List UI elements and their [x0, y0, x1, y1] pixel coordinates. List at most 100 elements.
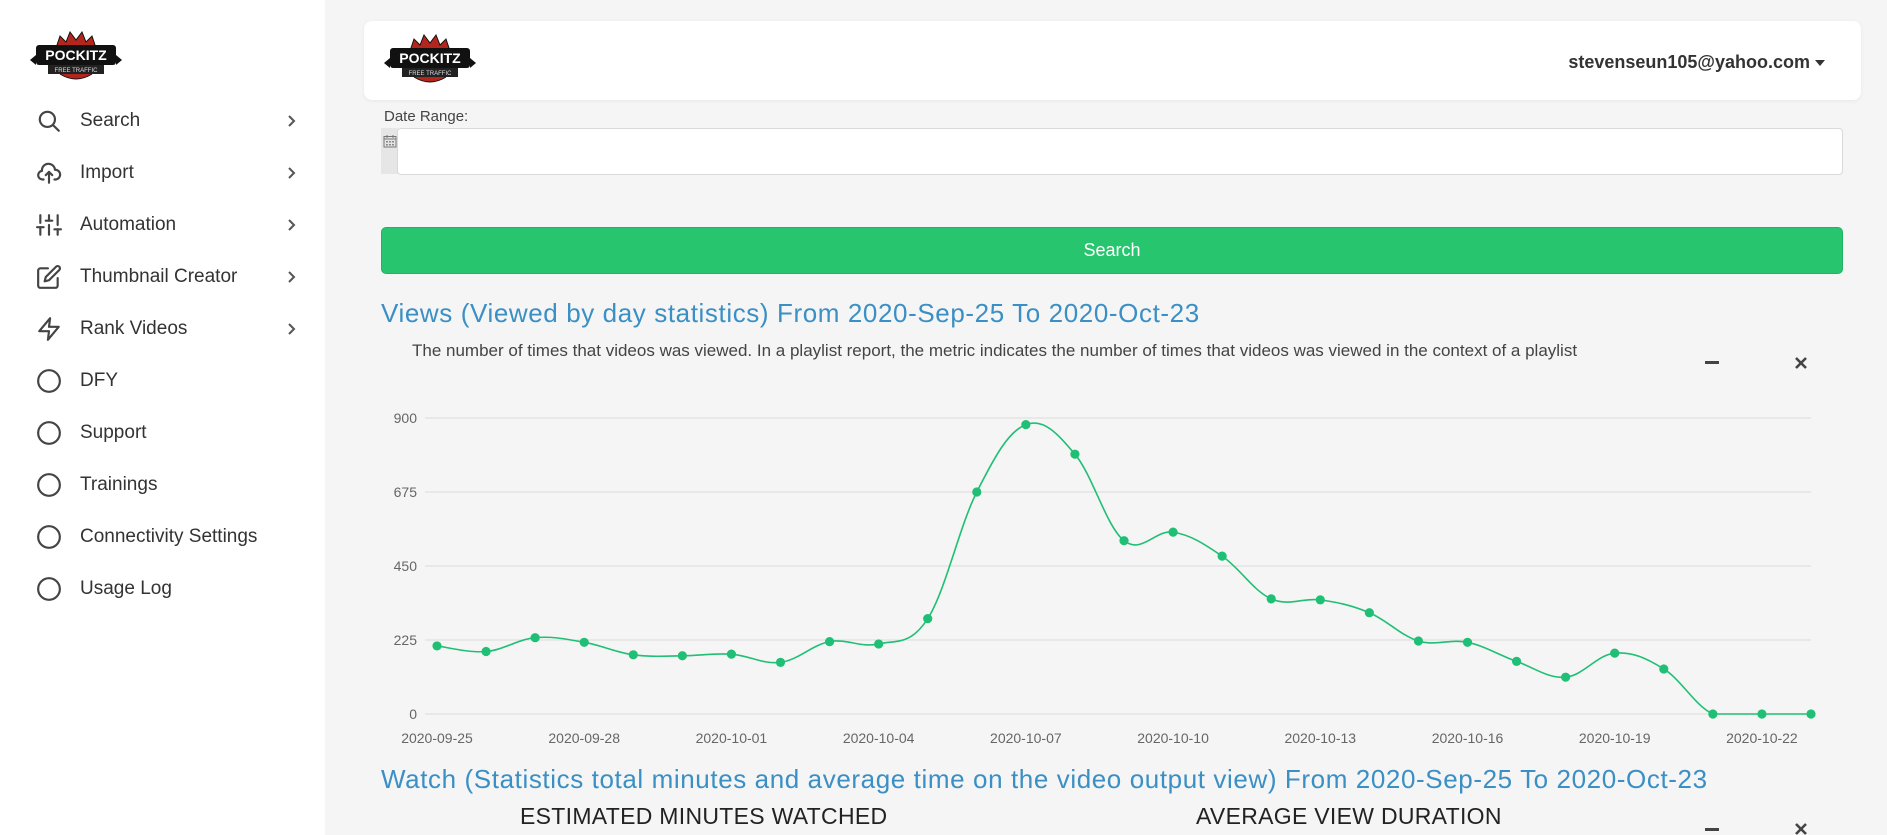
sidebar-item-trainings[interactable]: Trainings — [0, 459, 325, 511]
views-chart-svg: 0 225 450 675 900 2020-09-25 2020-09-28 2020-10… — [394, 410, 1816, 746]
data-point — [677, 651, 687, 661]
y-tick-label: 225 — [394, 632, 418, 648]
sidebar-item-label: Thumbnail Creator — [80, 266, 238, 287]
data-point — [1659, 664, 1669, 674]
chevron-right-icon — [282, 216, 300, 234]
sidebar-item-automation[interactable]: Automation — [0, 199, 325, 251]
sidebar-item-label: Support — [80, 422, 147, 443]
y-tick-label: 675 — [394, 484, 418, 500]
data-point — [1070, 449, 1080, 459]
chevron-right-icon — [282, 164, 300, 182]
user-menu-dropdown[interactable]: stevenseun105@yahoo.com — [1568, 52, 1825, 73]
sliders-icon — [36, 212, 62, 238]
estimated-minutes-watched-heading: ESTIMATED MINUTES WATCHED — [520, 803, 888, 829]
data-point — [1462, 637, 1473, 647]
calendar-icon[interactable] — [381, 128, 398, 174]
views-section-title: Views (Viewed by day statistics) From 20… — [381, 298, 1200, 328]
circle-icon — [36, 524, 62, 550]
close-icon[interactable] — [1789, 817, 1813, 835]
caret-down-icon — [1815, 59, 1825, 66]
data-point — [1021, 419, 1031, 430]
search-icon — [36, 108, 62, 134]
y-tick-label: 450 — [394, 558, 418, 574]
data-point — [1217, 551, 1227, 561]
user-email: stevenseun105@yahoo.com — [1568, 52, 1810, 72]
brand-logo-subtext: FREE TRAFFIC — [55, 68, 99, 74]
data-point — [1757, 709, 1767, 719]
top-header: POCKITZ FREE TRAFFIC stevenseun105@yahoo… — [364, 21, 1861, 100]
data-point — [1610, 648, 1620, 658]
sidebar-item-import[interactable]: Import — [0, 147, 325, 199]
cloud-upload-icon — [36, 160, 62, 186]
header-logo-subtext: FREE TRAFFIC — [409, 71, 453, 77]
sidebar-item-label: Automation — [80, 214, 177, 235]
sidebar-item-dfy[interactable]: DFY — [0, 355, 325, 407]
x-tick-label: 2020-10-16 — [1432, 730, 1504, 746]
data-point — [726, 649, 737, 659]
data-point — [579, 637, 589, 647]
x-tick-label: 2020-10-13 — [1284, 730, 1356, 746]
data-point — [1168, 527, 1178, 537]
circle-icon — [36, 368, 62, 394]
sidebar-item-search[interactable]: Search — [0, 95, 325, 147]
brand-logo[interactable]: POCKITZ FREE TRAFFIC — [30, 28, 122, 86]
y-tick-label: 0 — [409, 706, 417, 722]
average-view-duration-heading: AVERAGE VIEW DURATION — [1196, 803, 1502, 829]
data-point — [432, 641, 442, 651]
header-logo[interactable]: POCKITZ FREE TRAFFIC — [384, 31, 476, 89]
data-point — [1511, 656, 1522, 666]
data-point — [1413, 636, 1424, 646]
sidebar: POCKITZ FREE TRAFFIC Search Import Autom… — [0, 0, 325, 835]
data-point — [628, 650, 638, 660]
y-tick-label: 900 — [394, 410, 418, 426]
x-tick-label: 2020-09-25 — [401, 730, 473, 746]
minimize-icon[interactable] — [1700, 817, 1724, 835]
data-point — [530, 633, 540, 643]
sidebar-item-label: DFY — [80, 370, 118, 391]
edit-icon — [36, 264, 62, 290]
sidebar-item-label: Import — [80, 162, 134, 183]
data-point — [1119, 536, 1129, 546]
x-tick-label: 2020-09-28 — [548, 730, 620, 746]
search-button[interactable]: Search — [381, 227, 1843, 274]
sidebar-item-thumbnail-creator[interactable]: Thumbnail Creator — [0, 251, 325, 303]
header-logo-text: POCKITZ — [399, 50, 461, 66]
minimize-icon[interactable] — [1700, 350, 1724, 374]
x-tick-label: 2020-10-07 — [990, 730, 1062, 746]
close-icon[interactable] — [1789, 351, 1813, 375]
sidebar-item-support[interactable]: Support — [0, 407, 325, 459]
sidebar-nav: Search Import Automation Thumbnail Creat… — [0, 95, 325, 615]
data-point — [1266, 594, 1276, 604]
chevron-right-icon — [282, 112, 300, 130]
views-line-chart: 0 225 450 675 900 2020-09-25 2020-09-28 2020-10… — [381, 395, 1843, 755]
data-point — [1561, 672, 1571, 682]
date-range-input[interactable] — [397, 128, 1843, 175]
x-tick-label: 2020-10-22 — [1726, 730, 1798, 746]
data-point — [1364, 608, 1374, 618]
sidebar-item-label: Usage Log — [80, 578, 172, 599]
data-point — [775, 657, 786, 667]
data-point — [824, 637, 835, 647]
sidebar-item-rank-videos[interactable]: Rank Videos — [0, 303, 325, 355]
date-range-label: Date Range: — [384, 108, 469, 125]
sidebar-item-connectivity-settings[interactable]: Connectivity Settings — [0, 511, 325, 563]
chevron-right-icon — [282, 268, 300, 286]
data-point — [481, 646, 491, 657]
views-section-description: The number of times that videos was view… — [412, 341, 1578, 360]
data-point — [1708, 709, 1718, 719]
circle-icon — [36, 420, 62, 446]
data-point — [923, 614, 933, 624]
lightning-icon — [36, 316, 62, 342]
x-tick-label: 2020-10-10 — [1137, 730, 1209, 746]
watch-section-title: Watch (Statistics total minutes and aver… — [381, 764, 1708, 794]
x-tick-label: 2020-10-19 — [1579, 730, 1651, 746]
data-point — [1806, 709, 1816, 719]
sidebar-item-label: Rank Videos — [80, 318, 188, 339]
x-tick-label: 2020-10-04 — [843, 730, 915, 746]
sidebar-item-usage-log[interactable]: Usage Log — [0, 563, 325, 615]
sidebar-item-label: Trainings — [80, 474, 158, 495]
data-point — [972, 487, 982, 497]
data-point — [874, 639, 884, 649]
views-series-line — [436, 422, 1811, 715]
data-point — [1315, 595, 1325, 605]
